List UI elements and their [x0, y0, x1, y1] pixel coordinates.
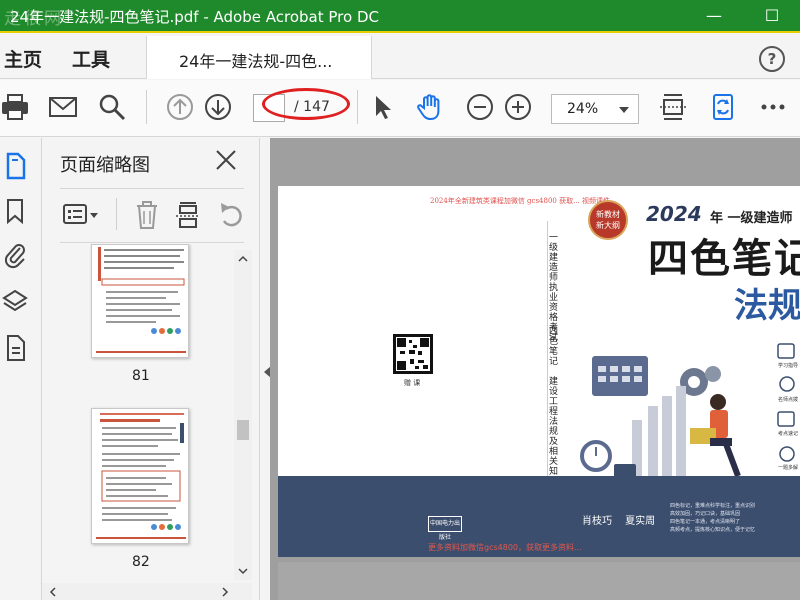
- red-annotation-circle: [262, 88, 350, 120]
- print-icon[interactable]: [0, 92, 30, 122]
- insert-page-icon[interactable]: [174, 200, 202, 230]
- attachment-icon[interactable]: [4, 242, 28, 270]
- scroll-down-icon[interactable]: [237, 566, 249, 576]
- feature-label-3: 考点速记: [778, 431, 799, 437]
- more-icon[interactable]: [758, 92, 788, 122]
- thumbnail-options-icon[interactable]: [62, 202, 100, 228]
- menu-home[interactable]: 主页: [4, 45, 42, 72]
- mail-icon[interactable]: [48, 92, 78, 122]
- feature-label-2: 名师点拨: [778, 397, 799, 403]
- scrollbar-thumb[interactable]: [237, 420, 249, 440]
- hand-icon[interactable]: [415, 92, 445, 122]
- next-page-icon[interactable]: [203, 92, 233, 122]
- scroll-up-icon[interactable]: [237, 254, 249, 264]
- cover-year-subtitle: 年 一级建造师: [710, 211, 793, 226]
- thumbnail-page-number: 81: [132, 368, 150, 384]
- close-icon[interactable]: [212, 146, 240, 174]
- thumbnail-page-81[interactable]: [91, 244, 189, 358]
- feature-line: 高频考点，提炼核心知识点，便于记忆: [670, 527, 756, 533]
- feature-label-1: 学习指导: [778, 363, 799, 369]
- zoom-in-icon[interactable]: [503, 92, 533, 122]
- cover-top-line: 2024年全新建筑类课程加微信 gcs4800 获取... 视频课件。: [430, 197, 617, 205]
- left-tool-rail: [0, 138, 42, 600]
- panel-title: 页面缩略图: [60, 155, 150, 176]
- zoom-out-icon[interactable]: [465, 92, 495, 122]
- layers-icon[interactable]: [2, 288, 28, 316]
- next-page-preview: [278, 562, 800, 600]
- prev-page-icon[interactable]: [165, 92, 195, 122]
- delete-icon[interactable]: [134, 200, 160, 230]
- document-tab-label: 24年一建法规-四色...: [179, 52, 333, 71]
- window-titlebar: 走很网 24年一建法规-四色笔记.pdf - Adobe Acrobat Pro…: [0, 0, 800, 33]
- zoom-select[interactable]: 24%: [551, 94, 639, 124]
- help-icon[interactable]: ?: [759, 46, 785, 72]
- thumbnail-page-number: 82: [132, 554, 150, 570]
- cover-year: 2024: [646, 202, 702, 226]
- spine-text-2: 四色笔记: [547, 326, 557, 366]
- qr-label: 赠 课: [404, 379, 421, 387]
- spine-text-3: 建设工程法规及相关知识: [547, 376, 557, 486]
- thumbnail-hscrollbar[interactable]: [42, 583, 252, 600]
- pointer-icon[interactable]: [368, 92, 398, 122]
- cover-illustration: [580, 356, 741, 482]
- badge-line-2: 新大纲: [596, 221, 620, 230]
- chevron-down-icon: [619, 107, 629, 113]
- thumbnail-list: 81 82: [42, 244, 252, 584]
- menu-tools[interactable]: 工具: [72, 45, 110, 72]
- search-icon[interactable]: [97, 92, 127, 122]
- panel-divider: [60, 188, 244, 189]
- pdf-page-cover[interactable]: 2024年全新建筑类课程加微信 gcs4800 获取... 视频课件。 一级建造…: [278, 186, 800, 557]
- badge-line-1: 新教材: [596, 210, 620, 219]
- thumbnail-page-82[interactable]: [91, 408, 189, 544]
- cover-features: 四色标记，重难点科学标注，重点识别 高效加固，巧记口诀，基础巩固 四色笔记一本通…: [670, 502, 755, 534]
- restore-button[interactable]: ☐: [752, 4, 792, 28]
- scroll-right-icon[interactable]: [220, 586, 230, 598]
- document-tab[interactable]: 24年一建法规-四色...: [146, 36, 372, 79]
- window-title: 24年一建法规-四色笔记.pdf - Adobe Acrobat Pro DC: [10, 8, 379, 26]
- bookmark-icon[interactable]: [4, 198, 26, 224]
- toolbar-separator: [146, 90, 147, 124]
- panel-divider: [60, 242, 244, 243]
- new-edition-badge: 新教材 新大纲: [588, 200, 628, 240]
- fit-page-icon[interactable]: [658, 92, 688, 122]
- feature-label-4: 一题多解: [778, 465, 799, 471]
- scroll-left-icon[interactable]: [48, 586, 58, 598]
- feature-line: 四色笔记一本通，考点清晰明了: [670, 519, 741, 525]
- feature-line: 四色标记，重难点科学标注，重点识别: [670, 503, 756, 509]
- rotate-page-icon[interactable]: [218, 200, 246, 230]
- qr-code: [393, 334, 433, 374]
- menu-bar: [0, 35, 800, 79]
- minimize-button[interactable]: —: [694, 4, 734, 28]
- feature-line: 高效加固，巧记口诀，基础巩固: [670, 511, 741, 517]
- cover-authors: 肖枝巧 夏实周: [582, 516, 656, 527]
- document-icon[interactable]: [4, 334, 28, 362]
- pages-icon[interactable]: [4, 152, 28, 180]
- publisher-logo: 中国电力出版社: [428, 516, 462, 541]
- thumbnail-scrollbar[interactable]: [234, 250, 252, 580]
- zoom-value: 24%: [567, 101, 599, 117]
- toolbar-separator: [357, 90, 358, 124]
- cover-subject: 法规: [734, 286, 800, 326]
- rotate-icon[interactable]: [708, 92, 738, 122]
- cover-bottom-line: 更多资料加微信gcs4800，获取更多资料...: [428, 543, 582, 552]
- panel-separator: [116, 198, 117, 230]
- cover-title: 四色笔记: [648, 236, 800, 282]
